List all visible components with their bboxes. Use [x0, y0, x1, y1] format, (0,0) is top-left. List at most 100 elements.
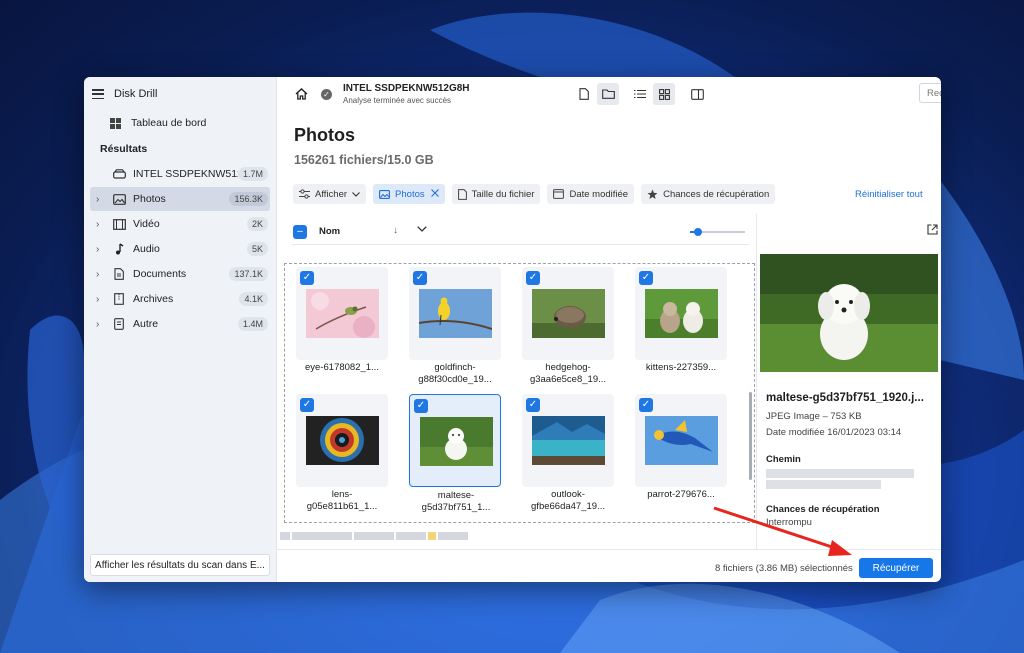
preview-filename: maltese-g5d37bf751_1920.j... [766, 392, 924, 404]
folder-view-icon[interactable] [597, 83, 619, 105]
search-input[interactable] [920, 84, 941, 102]
disk-drill-window: Disk Drill Tableau de bord Résultats INT… [84, 77, 941, 582]
file-checkbox[interactable]: ✓ [639, 271, 653, 285]
file-grid: ✓ eye-6178082_1... ✓ goldfinch-g88f30cd0… [284, 263, 755, 523]
sidebar-item-label: Vidéo [133, 218, 160, 230]
file-tile-selected[interactable]: ✓ maltese-g5d37bf751_1... [409, 394, 501, 513]
preview-image [760, 254, 938, 372]
count-badge: 2K [246, 217, 268, 231]
photos-filter-chip[interactable]: Photos [373, 184, 445, 204]
outlook-thumbnail [532, 416, 605, 465]
scan-status: Analyse terminée avec succès [343, 96, 452, 105]
recover-button[interactable]: Récupérer [859, 558, 933, 578]
reset-all-link[interactable]: Réinitialiser tout [855, 189, 923, 200]
chevron-right-icon[interactable]: › [96, 244, 106, 255]
preview-panel: maltese-g5d37bf751_1920.j... JPEG Image … [756, 214, 941, 549]
file-checkbox[interactable]: ✓ [639, 398, 653, 412]
date-modified-filter-button[interactable]: Date modifiée [547, 184, 635, 204]
file-name: lens-g05e811b61_1... [306, 489, 378, 512]
file-name: goldfinch-g88f30cd0e_19... [418, 362, 492, 385]
home-icon[interactable] [295, 88, 308, 103]
file-checkbox[interactable]: ✓ [414, 399, 428, 413]
list-header: – Nom ↓ [292, 221, 749, 245]
remove-filter-icon[interactable] [430, 188, 439, 200]
file-size-icon [457, 188, 467, 200]
open-external-icon[interactable] [927, 224, 938, 238]
file-name: maltese-g5d37bf751_1... [421, 490, 491, 513]
star-icon [647, 189, 658, 200]
list-view-icon[interactable] [629, 83, 651, 105]
file-name: eye-6178082_1... [305, 362, 379, 373]
select-all-checkbox[interactable]: – [293, 225, 307, 239]
sidebar-item-label: Audio [133, 243, 160, 255]
sidebar-header: Disk Drill [92, 85, 157, 103]
sidebar-item-label: Tableau de bord [131, 117, 207, 129]
hedgehog-thumbnail [532, 289, 605, 338]
search-box[interactable] [919, 83, 941, 103]
chevron-right-icon[interactable]: › [96, 319, 106, 330]
sort-arrow-down-icon[interactable]: ↓ [393, 225, 398, 236]
file-size-filter-button[interactable]: Taille du fichier [451, 184, 541, 204]
recovery-chances-filter-button[interactable]: Chances de récupération [641, 184, 776, 204]
lens-thumbnail [306, 416, 379, 465]
file-checkbox[interactable]: ✓ [300, 271, 314, 285]
sidebar-item-audio[interactable]: › Audio 5K [90, 237, 270, 261]
preview-type-size: JPEG Image – 753 KB [766, 411, 862, 422]
sidebar-item-documents[interactable]: › Documents 137.1K [90, 262, 270, 286]
chevron-right-icon[interactable]: › [96, 219, 106, 230]
eye-thumbnail [306, 289, 379, 338]
redacted-path-bar [280, 532, 468, 542]
document-icon [112, 268, 126, 280]
file-tile[interactable]: ✓ lens-g05e811b61_1... [296, 394, 388, 512]
grid-scrollbar[interactable] [749, 392, 752, 480]
calendar-icon [553, 189, 565, 199]
count-badge: 5K [246, 242, 268, 256]
count-badge: 4.1K [239, 292, 268, 306]
path-label: Chemin [766, 454, 801, 465]
thumbnail-size-slider[interactable] [690, 228, 745, 236]
grid-view-icon[interactable] [653, 83, 675, 105]
file-tile[interactable]: ✓ kittens-227359... [635, 267, 727, 373]
page-title: Photos [294, 125, 355, 145]
sidebar-item-video[interactable]: › Vidéo 2K [90, 212, 270, 236]
slider-handle[interactable] [694, 228, 703, 236]
count-badge: 156.3K [229, 192, 268, 206]
file-tile[interactable]: ✓ outlook-gfbe66da47_19... [522, 394, 614, 512]
file-view-icon[interactable] [573, 83, 595, 105]
image-icon [112, 193, 126, 205]
file-checkbox[interactable]: ✓ [526, 398, 540, 412]
name-column-header[interactable]: Nom [319, 226, 340, 237]
file-checkbox[interactable]: ✓ [413, 271, 427, 285]
sidebar-item-drive[interactable]: INTEL SSDPEKNW512G... 1.7M [90, 162, 270, 186]
bottom-bar: 8 fichiers (3.86 MB) sélectionnés Récupé… [277, 549, 941, 582]
file-checkbox[interactable]: ✓ [300, 398, 314, 412]
file-tile[interactable]: ✓ eye-6178082_1... [296, 267, 388, 373]
app-title: Disk Drill [114, 88, 158, 100]
file-tile[interactable]: ✓ hedgehog-g3aa6e5ce8_19... [522, 267, 614, 385]
chevron-right-icon[interactable]: › [96, 294, 106, 305]
chevron-right-icon[interactable]: › [96, 269, 106, 280]
hamburger-menu-icon[interactable] [92, 89, 104, 99]
recovery-chances-filter-label: Chances de récupération [663, 188, 770, 200]
chevron-right-icon[interactable]: › [96, 194, 106, 205]
sidebar-item-archives[interactable]: › Archives 4.1K [90, 287, 270, 311]
sidebar-item-other[interactable]: › Autre 1.4M [90, 312, 270, 336]
file-tile[interactable]: ✓ goldfinch-g88f30cd0e_19... [409, 267, 501, 385]
kittens-thumbnail [645, 289, 718, 338]
sidebar-item-dashboard[interactable]: Tableau de bord [110, 115, 206, 131]
results-section-title: Résultats [100, 143, 148, 155]
music-note-icon [112, 243, 126, 255]
file-name: outlook-gfbe66da47_19... [531, 489, 605, 512]
goldfinch-thumbnail [419, 289, 492, 338]
chevron-down-icon[interactable] [417, 224, 427, 235]
drive-icon [112, 168, 126, 180]
show-filter-button[interactable]: Afficher [293, 184, 367, 204]
file-tile[interactable]: ✓ parrot-279676... [635, 394, 727, 500]
show-scan-results-button[interactable]: Afficher les résultats du scan dans E... [90, 554, 270, 576]
sidebar-item-label: Documents [133, 268, 187, 280]
preview-panel-icon[interactable] [686, 83, 708, 105]
sidebar-item-photos[interactable]: › Photos 156.3K [90, 187, 270, 211]
redacted-path [766, 480, 881, 489]
file-checkbox[interactable]: ✓ [526, 271, 540, 285]
maltese-thumbnail [420, 417, 493, 466]
